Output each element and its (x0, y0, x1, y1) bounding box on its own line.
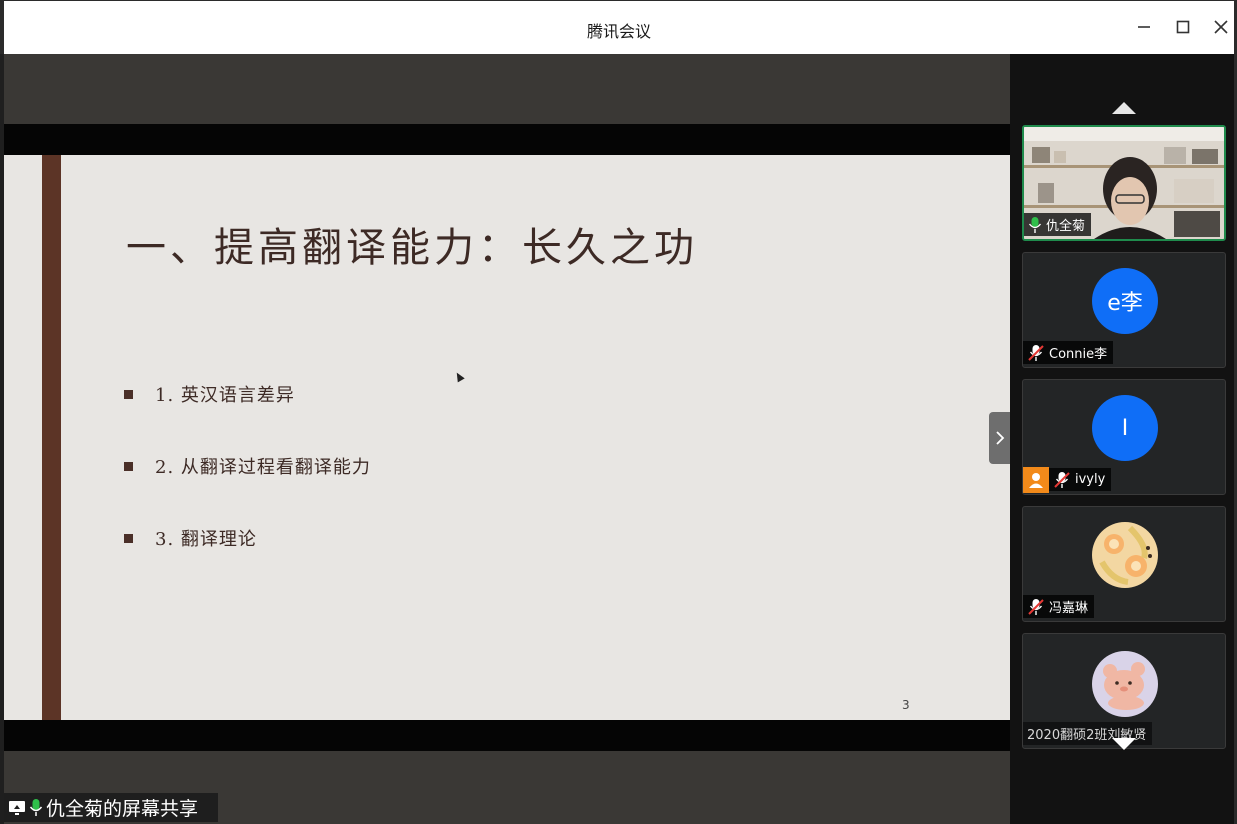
mic-muted-icon (1028, 344, 1044, 361)
avatar (1092, 522, 1158, 588)
letterbox-bottom (4, 720, 1010, 751)
scroll-up-arrow-icon[interactable] (1112, 102, 1136, 114)
screen-share-label: 仇全菊的屏幕共享 (4, 793, 218, 822)
participant-name: Connie李 (1049, 347, 1108, 362)
slide-bullet: 2. 从翻译过程看翻译能力 (124, 453, 371, 525)
maximize-icon (1176, 20, 1190, 34)
avatar: I (1092, 395, 1158, 461)
minimize-icon (1138, 26, 1150, 28)
bullet-square-icon (124, 534, 133, 543)
avatar (1092, 651, 1158, 717)
slide-page-number: 3 (902, 698, 910, 712)
mic-muted-icon (1054, 471, 1070, 488)
person-icon (1029, 472, 1043, 488)
minimize-button[interactable] (1132, 15, 1156, 39)
letterbox-top (4, 124, 1010, 155)
slide-bullet: 3. 翻译理论 (124, 525, 371, 597)
shared-screen-area: 一、提高翻译能力：长久之功 1. 英汉语言差异 2. 从翻译过程看翻译能力 3.… (4, 54, 1011, 824)
close-button[interactable] (1209, 15, 1233, 39)
bullet-square-icon (124, 390, 133, 399)
slide-accent-bar (42, 155, 61, 720)
mic-on-icon (29, 798, 43, 816)
avatar-text: I (1121, 415, 1129, 441)
participant-name: ivyly (1075, 472, 1106, 487)
chevron-right-icon (996, 431, 1005, 445)
participant-name: 仇全菊 (1046, 219, 1086, 234)
slide-heading: 一、提高翻译能力：长久之功 (126, 225, 698, 271)
participant-name: 冯嘉琳 (1049, 601, 1089, 616)
slide-bullet-text: 3. 翻译理论 (155, 529, 257, 550)
window-title: 腾讯会议 (586, 22, 651, 41)
participant-name-tag: 冯嘉琳 (1023, 595, 1095, 618)
avatar: e李 (1092, 268, 1158, 334)
mic-muted-icon (1028, 598, 1044, 615)
participant-tile[interactable]: e李 Connie李 (1022, 252, 1226, 368)
maximize-button[interactable] (1171, 15, 1195, 39)
participant-name-tag: 仇全菊 (1024, 213, 1092, 236)
shared-screen-top-bg (4, 54, 1010, 124)
host-badge-icon (1023, 466, 1049, 493)
slide-bullet-text: 2. 从翻译过程看翻译能力 (155, 457, 371, 478)
presentation-slide: 一、提高翻译能力：长久之功 1. 英汉语言差异 2. 从翻译过程看翻译能力 3.… (4, 155, 1010, 720)
avatar-text: e李 (1107, 291, 1143, 316)
mic-on-icon (1028, 216, 1042, 233)
slide-bullet: 1. 英汉语言差异 (124, 381, 371, 453)
screen-share-owner-text: 仇全菊的屏幕共享 (46, 798, 199, 820)
bullet-square-icon (124, 462, 133, 471)
close-icon (1214, 20, 1228, 34)
participant-panel: 仇全菊 e李 Connie李 I ivyly 冯嘉琳 2020翻硕2班刘敏贤 (1010, 54, 1237, 824)
participant-tile[interactable]: 2020翻硕2班刘敏贤 (1022, 633, 1226, 749)
participant-tile[interactable]: 仇全菊 (1022, 125, 1226, 241)
participant-tile[interactable]: I ivyly (1022, 379, 1226, 495)
scroll-down-arrow-icon[interactable] (1112, 738, 1136, 750)
slide-bullet-text: 1. 英汉语言差异 (155, 385, 295, 406)
title-bar: 腾讯会议 (0, 0, 1237, 54)
mouse-cursor-icon (453, 370, 465, 383)
screen-share-icon (9, 800, 25, 815)
slide-bullet-list: 1. 英汉语言差异 2. 从翻译过程看翻译能力 3. 翻译理论 (124, 381, 371, 597)
participant-tile[interactable]: 冯嘉琳 (1022, 506, 1226, 622)
participant-name-tag: ivyly (1023, 466, 1112, 493)
collapse-panel-button[interactable] (989, 412, 1011, 464)
participant-name-tag: Connie李 (1023, 341, 1114, 364)
